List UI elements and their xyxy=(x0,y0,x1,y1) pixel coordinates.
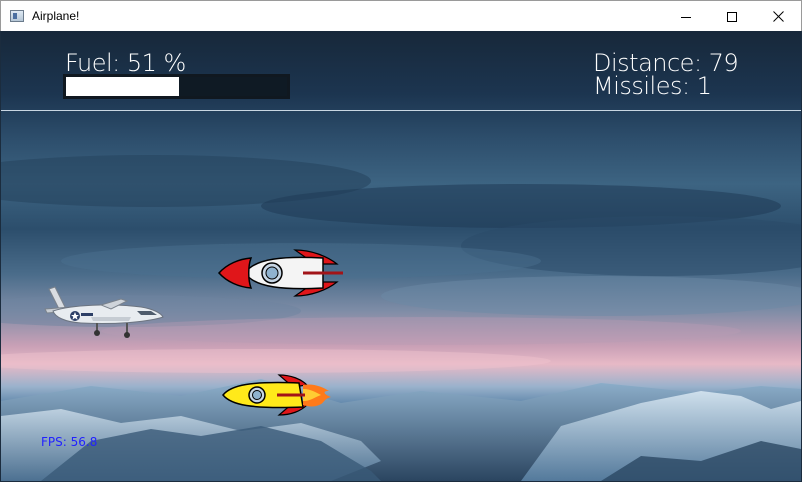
distance-label: Distance: 79 xyxy=(593,49,739,77)
player-airplane xyxy=(44,286,164,338)
red-white-rocket xyxy=(217,249,343,297)
yellow-rocket-with-flame xyxy=(222,374,331,416)
minimize-button[interactable] xyxy=(663,1,709,32)
fuel-gauge xyxy=(63,74,290,99)
fuel-gauge-fill xyxy=(66,77,179,96)
hud-divider xyxy=(1,110,801,111)
minimize-icon xyxy=(681,16,691,18)
missiles-label: Missiles: 1 xyxy=(593,72,712,100)
game-canvas[interactable]: Fuel: 51 % Distance: 79 Missiles: 1 FPS:… xyxy=(1,31,801,481)
app-window-icon xyxy=(10,10,24,22)
close-icon xyxy=(772,11,784,22)
fps-counter: FPS: 56.8 xyxy=(41,435,98,449)
window-controls xyxy=(663,1,801,32)
window-title: Airplane! xyxy=(32,9,80,23)
maximize-button[interactable] xyxy=(709,1,755,32)
window-titlebar[interactable]: Airplane! xyxy=(0,0,802,31)
fuel-label: Fuel: 51 % xyxy=(65,49,186,77)
close-button[interactable] xyxy=(755,1,801,32)
maximize-icon xyxy=(727,11,737,22)
